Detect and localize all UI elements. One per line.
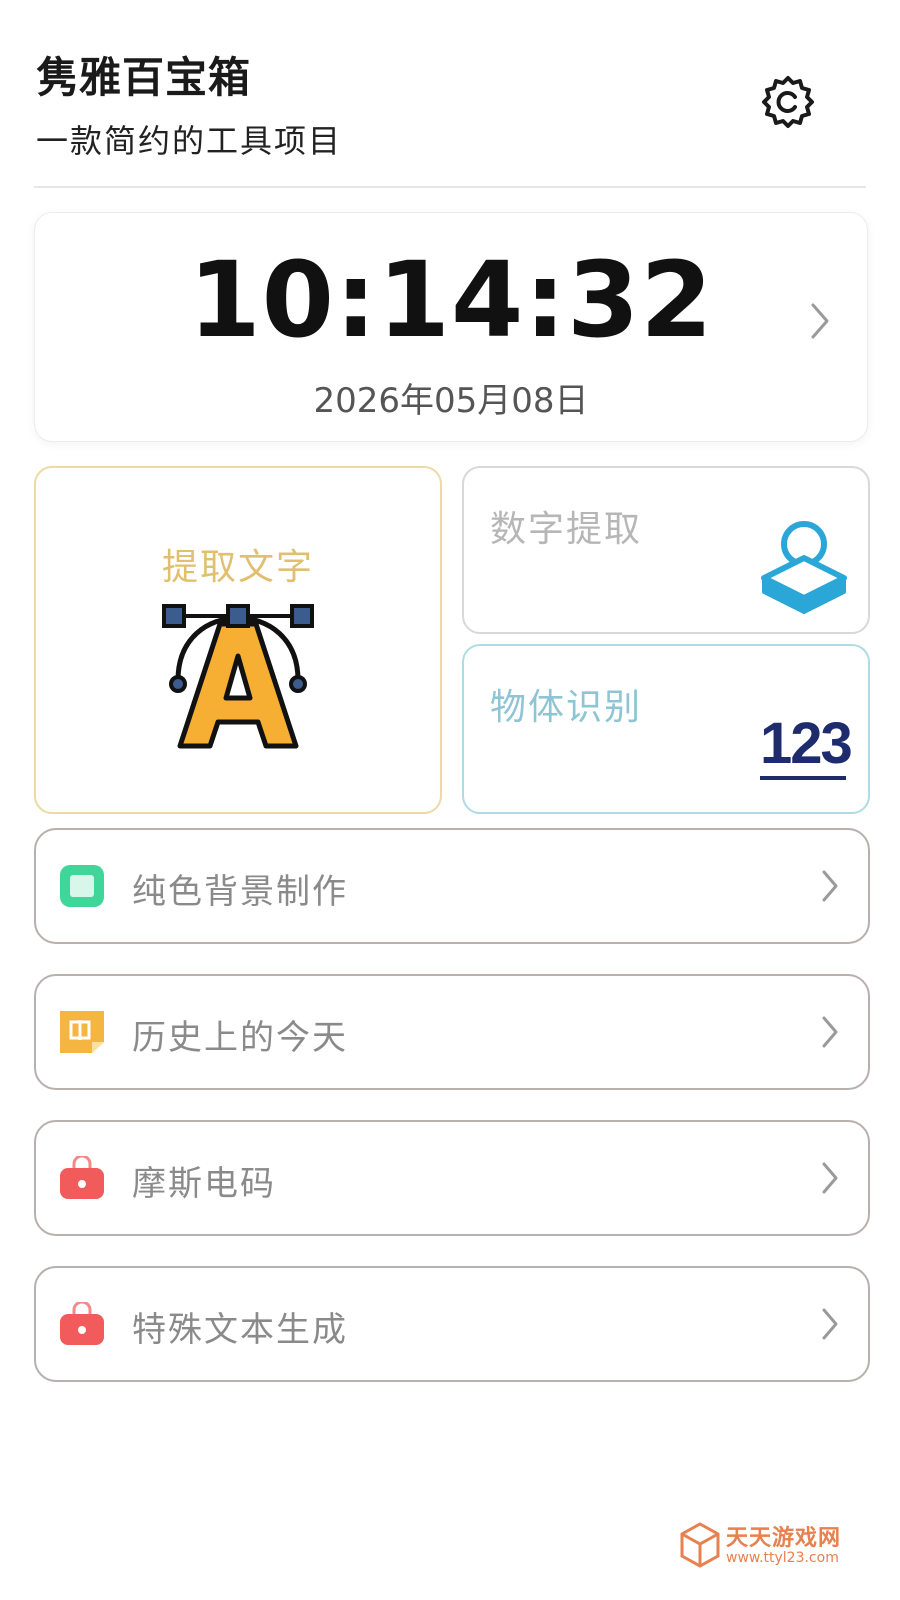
- watermark: 天天游戏网 www.ttyl23.com: [680, 1516, 870, 1576]
- list-item-morse-code[interactable]: 摩斯电码: [34, 1120, 870, 1236]
- calendar-note-icon: [60, 1011, 104, 1053]
- chevron-right-icon: [822, 1308, 838, 1340]
- list-item-solid-background[interactable]: 纯色背景制作: [34, 828, 870, 944]
- header-divider: [34, 186, 866, 188]
- object-recognition-tile[interactable]: 物体识别 123: [462, 644, 870, 814]
- clock-card[interactable]: 10:14:32 2026年05月08日: [34, 212, 868, 442]
- stamp-icon: [761, 521, 847, 614]
- object-recognition-label: 物体识别: [490, 687, 643, 728]
- digit-extract-label: 数字提取: [490, 509, 643, 550]
- app-title: 隽雅百宝箱: [36, 53, 252, 102]
- watermark-url: www.ttyl23.com: [726, 1550, 839, 1566]
- chevron-right-icon: [822, 1016, 838, 1048]
- settings-button[interactable]: [758, 72, 818, 132]
- chevron-right-icon: [822, 1162, 838, 1194]
- clock-date: 2026年05月08日: [313, 381, 589, 421]
- gear-icon: [762, 76, 814, 128]
- chevron-right-icon: [811, 303, 829, 339]
- app-subtitle: 一款简约的工具项目: [36, 122, 343, 160]
- extract-text-label: 提取文字: [161, 547, 314, 588]
- list-item-special-text[interactable]: 特殊文本生成: [34, 1266, 870, 1382]
- list-item-history-today[interactable]: 历史上的今天: [34, 974, 870, 1090]
- extract-text-tile[interactable]: 提取文字: [34, 466, 442, 814]
- chevron-right-icon: [822, 870, 838, 902]
- watermark-title: 天天游戏网: [726, 1526, 842, 1551]
- cube-logo-icon: [680, 1522, 720, 1568]
- vector-letter-a-icon: [162, 604, 314, 749]
- clock-time: 10:14:32: [188, 239, 714, 361]
- list-item-label: 纯色背景制作: [132, 872, 348, 912]
- digit-extract-tile[interactable]: 数字提取: [462, 466, 870, 634]
- red-bag-icon: [60, 1302, 104, 1345]
- list-item-label: 历史上的今天: [132, 1018, 348, 1058]
- list-item-label: 特殊文本生成: [132, 1310, 348, 1350]
- red-bag-icon: [60, 1156, 104, 1199]
- list-item-label: 摩斯电码: [132, 1164, 276, 1204]
- numbers-underline: [760, 776, 846, 780]
- solid-color-square-icon: [60, 865, 104, 907]
- numbers-123-icon: 123: [760, 711, 853, 776]
